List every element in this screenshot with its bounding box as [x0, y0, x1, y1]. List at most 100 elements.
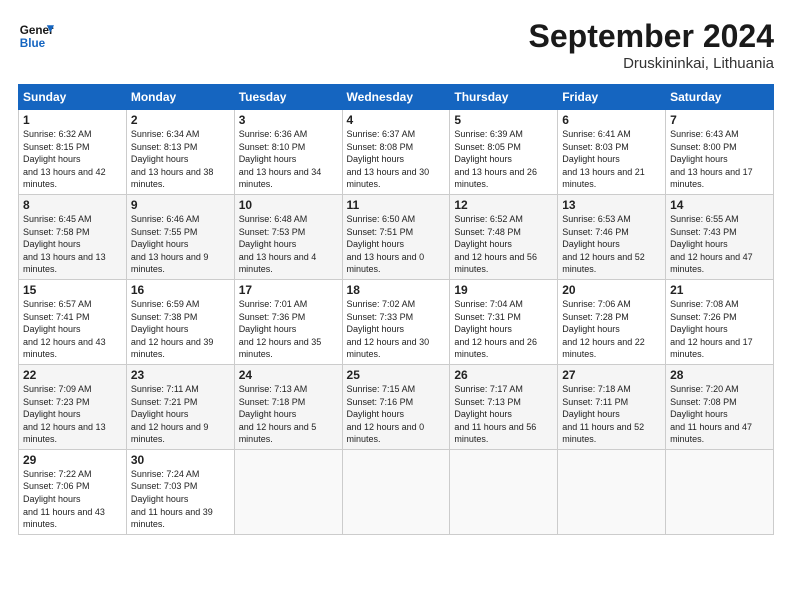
day-number: 1: [23, 113, 122, 127]
header: General Blue September 2024 Druskininkai…: [18, 18, 774, 72]
table-row: 26 Sunrise: 7:17 AMSunset: 7:13 PMDaylig…: [450, 364, 558, 449]
table-row: 1 Sunrise: 6:32 AMSunset: 8:15 PMDayligh…: [19, 110, 127, 195]
table-row: 21 Sunrise: 7:08 AMSunset: 7:26 PMDaylig…: [666, 279, 774, 364]
col-saturday: Saturday: [666, 85, 774, 110]
table-row: [342, 449, 450, 534]
calendar-week-row: 29 Sunrise: 7:22 AMSunset: 7:06 PMDaylig…: [19, 449, 774, 534]
day-number: 14: [670, 198, 769, 212]
cell-info: Sunrise: 6:45 AMSunset: 7:58 PMDaylight …: [23, 214, 106, 274]
table-row: 12 Sunrise: 6:52 AMSunset: 7:48 PMDaylig…: [450, 194, 558, 279]
calendar-week-row: 22 Sunrise: 7:09 AMSunset: 7:23 PMDaylig…: [19, 364, 774, 449]
table-row: 8 Sunrise: 6:45 AMSunset: 7:58 PMDayligh…: [19, 194, 127, 279]
table-row: 27 Sunrise: 7:18 AMSunset: 7:11 PMDaylig…: [558, 364, 666, 449]
day-number: 21: [670, 283, 769, 297]
calendar-week-row: 1 Sunrise: 6:32 AMSunset: 8:15 PMDayligh…: [19, 110, 774, 195]
day-number: 9: [131, 198, 230, 212]
table-row: 15 Sunrise: 6:57 AMSunset: 7:41 PMDaylig…: [19, 279, 127, 364]
header-row: Sunday Monday Tuesday Wednesday Thursday…: [19, 85, 774, 110]
day-number: 13: [562, 198, 661, 212]
table-row: 30 Sunrise: 7:24 AMSunset: 7:03 PMDaylig…: [126, 449, 234, 534]
table-row: 17 Sunrise: 7:01 AMSunset: 7:36 PMDaylig…: [234, 279, 342, 364]
cell-info: Sunrise: 7:04 AMSunset: 7:31 PMDaylight …: [454, 299, 537, 359]
col-friday: Friday: [558, 85, 666, 110]
day-number: 28: [670, 368, 769, 382]
table-row: 20 Sunrise: 7:06 AMSunset: 7:28 PMDaylig…: [558, 279, 666, 364]
cell-info: Sunrise: 7:13 AMSunset: 7:18 PMDaylight …: [239, 384, 317, 444]
table-row: 10 Sunrise: 6:48 AMSunset: 7:53 PMDaylig…: [234, 194, 342, 279]
day-number: 12: [454, 198, 553, 212]
day-number: 16: [131, 283, 230, 297]
cell-info: Sunrise: 7:02 AMSunset: 7:33 PMDaylight …: [347, 299, 430, 359]
day-number: 4: [347, 113, 446, 127]
day-number: 5: [454, 113, 553, 127]
day-number: 30: [131, 453, 230, 467]
table-row: 18 Sunrise: 7:02 AMSunset: 7:33 PMDaylig…: [342, 279, 450, 364]
day-number: 22: [23, 368, 122, 382]
cell-info: Sunrise: 7:24 AMSunset: 7:03 PMDaylight …: [131, 469, 213, 529]
cell-info: Sunrise: 7:15 AMSunset: 7:16 PMDaylight …: [347, 384, 425, 444]
cell-info: Sunrise: 7:20 AMSunset: 7:08 PMDaylight …: [670, 384, 752, 444]
cell-info: Sunrise: 6:43 AMSunset: 8:00 PMDaylight …: [670, 129, 753, 189]
cell-info: Sunrise: 7:09 AMSunset: 7:23 PMDaylight …: [23, 384, 106, 444]
table-row: 3 Sunrise: 6:36 AMSunset: 8:10 PMDayligh…: [234, 110, 342, 195]
table-row: 25 Sunrise: 7:15 AMSunset: 7:16 PMDaylig…: [342, 364, 450, 449]
table-row: [234, 449, 342, 534]
table-row: 2 Sunrise: 6:34 AMSunset: 8:13 PMDayligh…: [126, 110, 234, 195]
cell-info: Sunrise: 6:41 AMSunset: 8:03 PMDaylight …: [562, 129, 645, 189]
col-tuesday: Tuesday: [234, 85, 342, 110]
day-number: 11: [347, 198, 446, 212]
table-row: 29 Sunrise: 7:22 AMSunset: 7:06 PMDaylig…: [19, 449, 127, 534]
day-number: 6: [562, 113, 661, 127]
cell-info: Sunrise: 6:48 AMSunset: 7:53 PMDaylight …: [239, 214, 317, 274]
table-row: [450, 449, 558, 534]
day-number: 2: [131, 113, 230, 127]
cell-info: Sunrise: 6:32 AMSunset: 8:15 PMDaylight …: [23, 129, 106, 189]
cell-info: Sunrise: 6:53 AMSunset: 7:46 PMDaylight …: [562, 214, 645, 274]
day-number: 23: [131, 368, 230, 382]
day-number: 8: [23, 198, 122, 212]
cell-info: Sunrise: 6:57 AMSunset: 7:41 PMDaylight …: [23, 299, 106, 359]
cell-info: Sunrise: 7:06 AMSunset: 7:28 PMDaylight …: [562, 299, 645, 359]
table-row: 14 Sunrise: 6:55 AMSunset: 7:43 PMDaylig…: [666, 194, 774, 279]
title-block: September 2024 Druskininkai, Lithuania: [529, 18, 774, 72]
table-row: 11 Sunrise: 6:50 AMSunset: 7:51 PMDaylig…: [342, 194, 450, 279]
cell-info: Sunrise: 6:55 AMSunset: 7:43 PMDaylight …: [670, 214, 753, 274]
logo: General Blue: [18, 18, 54, 54]
table-row: 7 Sunrise: 6:43 AMSunset: 8:00 PMDayligh…: [666, 110, 774, 195]
table-row: 9 Sunrise: 6:46 AMSunset: 7:55 PMDayligh…: [126, 194, 234, 279]
cell-info: Sunrise: 7:01 AMSunset: 7:36 PMDaylight …: [239, 299, 322, 359]
cell-info: Sunrise: 6:50 AMSunset: 7:51 PMDaylight …: [347, 214, 425, 274]
day-number: 17: [239, 283, 338, 297]
day-number: 25: [347, 368, 446, 382]
cell-info: Sunrise: 7:22 AMSunset: 7:06 PMDaylight …: [23, 469, 105, 529]
table-row: 24 Sunrise: 7:13 AMSunset: 7:18 PMDaylig…: [234, 364, 342, 449]
cell-info: Sunrise: 7:11 AMSunset: 7:21 PMDaylight …: [131, 384, 209, 444]
cell-info: Sunrise: 6:34 AMSunset: 8:13 PMDaylight …: [131, 129, 214, 189]
table-row: 22 Sunrise: 7:09 AMSunset: 7:23 PMDaylig…: [19, 364, 127, 449]
day-number: 3: [239, 113, 338, 127]
day-number: 20: [562, 283, 661, 297]
table-row: 13 Sunrise: 6:53 AMSunset: 7:46 PMDaylig…: [558, 194, 666, 279]
day-number: 7: [670, 113, 769, 127]
cell-info: Sunrise: 6:52 AMSunset: 7:48 PMDaylight …: [454, 214, 537, 274]
table-row: 5 Sunrise: 6:39 AMSunset: 8:05 PMDayligh…: [450, 110, 558, 195]
col-wednesday: Wednesday: [342, 85, 450, 110]
col-thursday: Thursday: [450, 85, 558, 110]
table-row: 23 Sunrise: 7:11 AMSunset: 7:21 PMDaylig…: [126, 364, 234, 449]
month-title: September 2024: [529, 18, 774, 55]
cell-info: Sunrise: 7:17 AMSunset: 7:13 PMDaylight …: [454, 384, 536, 444]
col-monday: Monday: [126, 85, 234, 110]
cell-info: Sunrise: 6:59 AMSunset: 7:38 PMDaylight …: [131, 299, 214, 359]
cell-info: Sunrise: 6:37 AMSunset: 8:08 PMDaylight …: [347, 129, 430, 189]
day-number: 29: [23, 453, 122, 467]
cell-info: Sunrise: 6:39 AMSunset: 8:05 PMDaylight …: [454, 129, 537, 189]
day-number: 19: [454, 283, 553, 297]
table-row: 4 Sunrise: 6:37 AMSunset: 8:08 PMDayligh…: [342, 110, 450, 195]
table-row: [666, 449, 774, 534]
col-sunday: Sunday: [19, 85, 127, 110]
calendar-table: Sunday Monday Tuesday Wednesday Thursday…: [18, 84, 774, 535]
cell-info: Sunrise: 6:36 AMSunset: 8:10 PMDaylight …: [239, 129, 322, 189]
page: General Blue September 2024 Druskininkai…: [0, 0, 792, 545]
day-number: 24: [239, 368, 338, 382]
day-number: 27: [562, 368, 661, 382]
